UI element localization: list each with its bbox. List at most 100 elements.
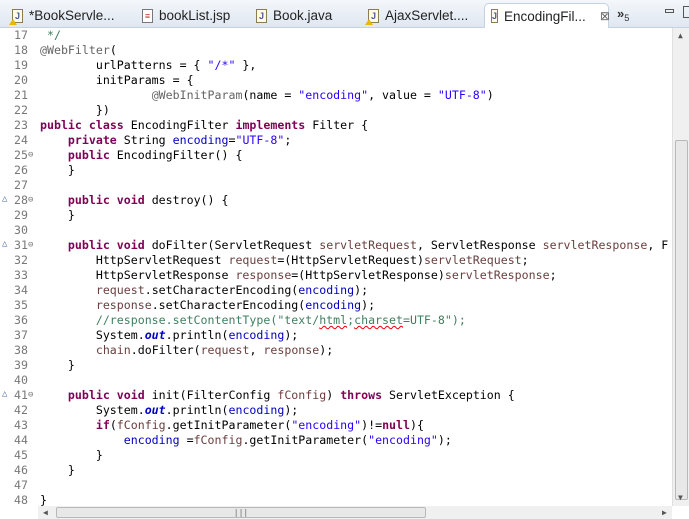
code-token: out — [144, 328, 166, 342]
code-line[interactable]: //response.setContentType("text/html;cha… — [40, 313, 466, 328]
code-token: ServletException { — [382, 388, 515, 402]
code-token: fConfig — [193, 433, 243, 447]
code-line[interactable]: initParams = { — [40, 73, 194, 88]
code-line[interactable]: public void doFilter(ServletRequest serv… — [40, 238, 668, 253]
line-number: 39 — [14, 358, 28, 372]
line-number: 25 — [14, 148, 28, 162]
code-token: ); — [361, 298, 376, 312]
tab-label: Book.java — [273, 8, 333, 23]
code-line[interactable]: @WebInitParam(name = "encoding", value =… — [40, 88, 494, 103]
tab-0[interactable]: J *BookServle... — [6, 3, 115, 28]
code-line[interactable]: urlPatterns = { "/*" }, — [40, 58, 257, 73]
code-token: doFilter(ServletRequest — [144, 238, 320, 252]
code-token: "UTF-8" — [235, 133, 285, 147]
code-line[interactable]: }) — [40, 103, 110, 118]
code-line[interactable]: public EncodingFilter() { — [40, 148, 243, 163]
code-line[interactable]: public void destroy() { — [40, 193, 229, 208]
code-line[interactable]: HttpServletResponse response=(HttpServle… — [40, 268, 557, 283]
code-token: if — [95, 418, 110, 432]
line-number: 33 — [14, 268, 28, 282]
code-token: EncodingFilter() { — [109, 148, 243, 162]
tab-3[interactable]: J AjaxServlet.... — [362, 3, 468, 28]
line-number: 19 — [14, 58, 28, 72]
code-line[interactable]: public class EncodingFilter implements F… — [40, 118, 368, 133]
code-token: (name = — [242, 88, 299, 102]
line-number: 22 — [14, 103, 28, 117]
code-line[interactable]: } — [40, 493, 47, 506]
code-token: ( — [109, 43, 117, 57]
code-token: servletRequest — [423, 253, 522, 267]
code-token: encoding — [228, 403, 285, 417]
close-tab-icon[interactable]: ⊠ — [600, 9, 610, 23]
code-line[interactable]: private String encoding="UTF-8"; — [40, 133, 291, 148]
code-token: encoding — [305, 298, 362, 312]
code-line[interactable]: System.out.println(encoding); — [40, 328, 298, 343]
code-line[interactable]: } — [40, 448, 103, 463]
line-number: 42 — [14, 403, 28, 417]
fold-toggle-icon[interactable]: ⊖ — [28, 390, 33, 400]
code-token: encoding — [123, 433, 180, 447]
code-token: init(FilterConfig — [144, 388, 278, 402]
code-token: } — [40, 208, 75, 222]
code-line[interactable]: */ — [40, 28, 61, 43]
code-token: EncodingFilter — [123, 118, 236, 132]
code-line[interactable]: System.out.println(encoding); — [40, 403, 298, 418]
scroll-left-icon[interactable]: ◀ — [43, 508, 48, 517]
fold-toggle-icon[interactable]: ⊖ — [28, 240, 33, 250]
code-line[interactable]: response.setCharacterEncoding(encoding); — [40, 298, 375, 313]
code-token: public — [67, 388, 110, 402]
minimize-button[interactable] — [665, 9, 674, 13]
scroll-up-icon[interactable]: ▲ — [678, 31, 683, 40]
horizontal-scroll-thumb[interactable]: ||| — [56, 507, 426, 518]
tab-overflow-button[interactable]: »5 — [617, 6, 629, 23]
vertical-scrollbar[interactable]: ▲ ▼ — [672, 28, 689, 506]
scroll-down-icon[interactable]: ▼ — [678, 493, 683, 502]
line-number: 45 — [14, 448, 28, 462]
code-line[interactable]: } — [40, 463, 75, 478]
line-number: 38 — [14, 343, 28, 357]
fold-toggle-icon[interactable]: ⊖ — [28, 195, 33, 205]
code-token: , — [249, 343, 264, 357]
fold-toggle-icon[interactable]: ⊖ — [28, 150, 33, 160]
code-token: "/*" — [207, 58, 236, 72]
horizontal-scrollbar[interactable]: ◀ ||| ▶ — [38, 506, 672, 519]
code-line[interactable]: public void init(FilterConfig fConfig) t… — [40, 388, 515, 403]
code-token: HttpServletRequest — [40, 253, 229, 267]
code-token: ; — [549, 268, 557, 282]
tab-2[interactable]: J Book.java — [250, 3, 332, 28]
code-line[interactable]: } — [40, 358, 75, 373]
code-token: null — [382, 418, 410, 432]
vertical-scroll-thumb[interactable] — [675, 140, 688, 500]
code-line[interactable]: @WebFilter( — [40, 43, 117, 58]
code-token: ) — [326, 388, 341, 402]
override-marker-icon: △ — [2, 389, 8, 399]
tab-1[interactable]: ≡ bookList.jsp — [136, 3, 230, 28]
line-number: 29 — [14, 208, 28, 222]
maximize-button[interactable] — [683, 6, 689, 18]
code-line[interactable]: if(fConfig.getInitParameter("encoding")!… — [40, 418, 424, 433]
code-token: servletResponse — [444, 268, 550, 282]
code-line[interactable]: chain.doFilter(request, response); — [40, 343, 333, 358]
code-token: "encoding" — [368, 433, 438, 447]
code-line[interactable]: request.setCharacterEncoding(encoding); — [40, 283, 368, 298]
code-token: urlPatterns = { — [40, 58, 208, 72]
code-line[interactable]: } — [40, 208, 75, 223]
java-file-warning-icon: J — [9, 8, 23, 25]
code-token: //response.setContentType("text/ — [40, 313, 320, 327]
code-line[interactable]: } — [40, 163, 75, 178]
code-token: charset — [354, 313, 403, 327]
tab-label: *BookServle... — [29, 8, 115, 23]
code-token: .getInitParameter( — [165, 418, 292, 432]
code-line[interactable]: HttpServletRequest request=(HttpServletR… — [40, 253, 529, 268]
code-token: implements — [235, 118, 306, 132]
code-line[interactable]: encoding =fConfig.getInitParameter("enco… — [40, 433, 452, 448]
tab-4[interactable]: J EncodingFil... ⊠ — [484, 3, 610, 28]
line-number: 37 — [14, 328, 28, 342]
code-editor[interactable]: 17 */18 @WebFilter(19 urlPatterns = { "/*… — [0, 28, 672, 506]
scroll-right-icon[interactable]: ▶ — [662, 508, 667, 517]
code-token: } — [40, 448, 103, 462]
code-token: } — [40, 493, 47, 506]
